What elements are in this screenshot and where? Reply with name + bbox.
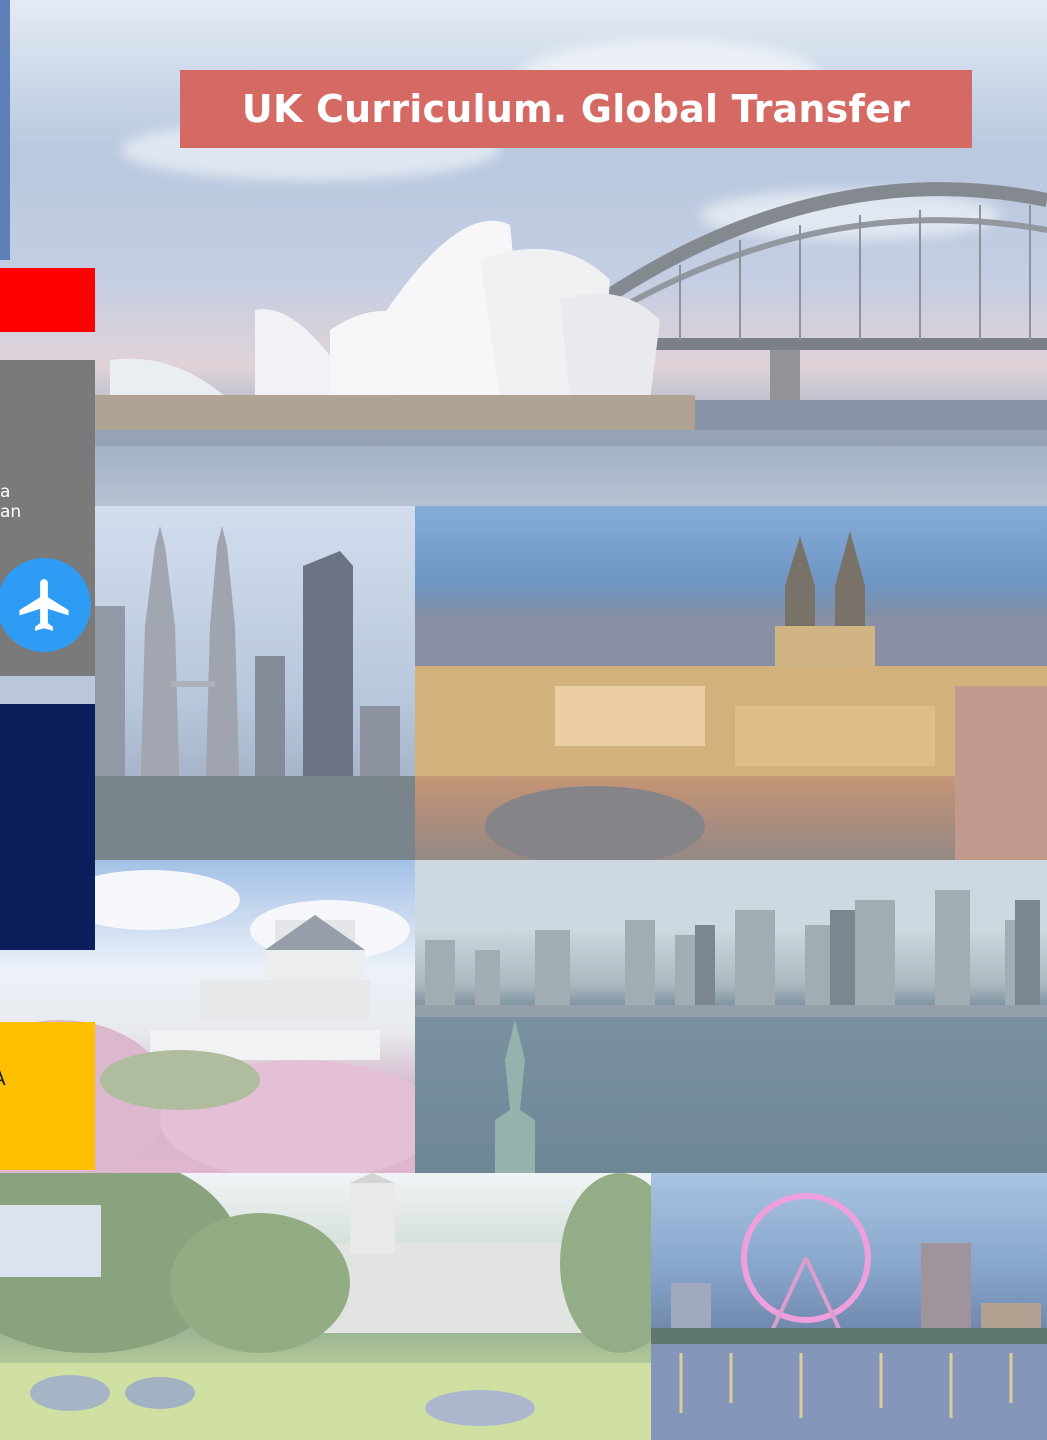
- red-side-block: [0, 268, 95, 332]
- new-york-skyline-photo: [415, 860, 1047, 1173]
- airplane-icon: [19, 579, 69, 631]
- kuala-lumpur-skyline-photo: [95, 506, 415, 860]
- panel-text-fragment: a: [0, 482, 11, 502]
- airplane-button[interactable]: [0, 558, 91, 652]
- panel-text-fragment: an: [0, 502, 22, 522]
- navy-side-block: [0, 704, 95, 950]
- headline-banner: UK Curriculum. Global Transfer: [180, 70, 972, 148]
- headline-text: UK Curriculum. Global Transfer: [241, 87, 911, 131]
- yellow-side-block: A: [0, 1022, 95, 1170]
- prague-old-town-photo: [415, 506, 1047, 860]
- yellow-block-text: A: [0, 1066, 6, 1090]
- left-edge-strip: [0, 0, 10, 260]
- pale-side-tab: [0, 1205, 101, 1277]
- singapore-flyer-photo: [651, 1173, 1047, 1440]
